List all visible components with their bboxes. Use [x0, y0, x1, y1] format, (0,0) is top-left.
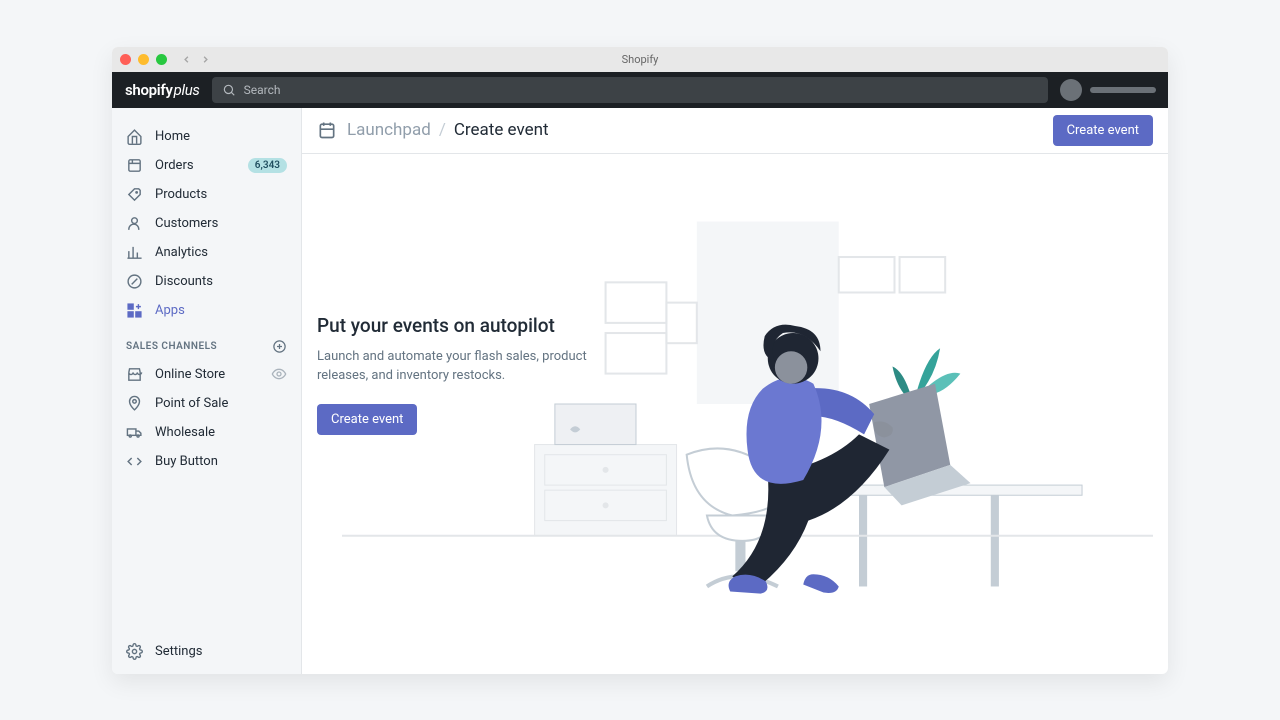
discounts-icon — [126, 273, 143, 290]
avatar — [1060, 79, 1082, 101]
sidebar-label: Customers — [155, 216, 287, 231]
sidebar-item-orders[interactable]: Orders 6,343 — [112, 151, 301, 180]
page-header: Launchpad / Create event Create event — [302, 108, 1168, 154]
sidebar-item-pos[interactable]: Point of Sale — [112, 389, 301, 418]
sidebar-label: Buy Button — [155, 454, 287, 469]
sidebar-item-home[interactable]: Home — [112, 122, 301, 151]
create-event-button[interactable]: Create event — [1053, 115, 1153, 146]
products-icon — [126, 186, 143, 203]
forward-icon[interactable] — [200, 54, 211, 65]
sidebar-label: Online Store — [155, 367, 259, 382]
orders-badge: 6,343 — [248, 158, 287, 173]
sidebar-label: Discounts — [155, 274, 287, 289]
maximize-window[interactable] — [156, 54, 167, 65]
orders-icon — [126, 157, 143, 174]
hero-title: Put your events on autopilot — [317, 314, 607, 337]
profile-name-placeholder — [1090, 87, 1156, 93]
content: Put your events on autopilot Launch and … — [302, 154, 1168, 674]
breadcrumb-current: Create event — [454, 120, 549, 140]
sales-channels-header: SALES CHANNELS — [112, 325, 301, 360]
search-icon — [222, 83, 236, 97]
customers-icon — [126, 215, 143, 232]
minimize-window[interactable] — [138, 54, 149, 65]
analytics-icon — [126, 244, 143, 261]
location-icon — [126, 395, 143, 412]
sidebar-label: Point of Sale — [155, 396, 287, 411]
window-title: Shopify — [622, 53, 659, 66]
logo: shopifyplus — [124, 81, 200, 99]
sidebar-label: Settings — [155, 644, 287, 659]
view-store-icon[interactable] — [271, 366, 287, 382]
sidebar-item-analytics[interactable]: Analytics — [112, 238, 301, 267]
sidebar-item-customers[interactable]: Customers — [112, 209, 301, 238]
code-icon — [126, 453, 143, 470]
breadcrumb-section[interactable]: Launchpad — [347, 120, 431, 140]
search-input[interactable] — [244, 83, 1038, 97]
back-icon[interactable] — [181, 54, 192, 65]
sidebar-label: Apps — [155, 303, 287, 318]
sidebar-label: Orders — [155, 158, 236, 173]
topbar: shopifyplus — [112, 72, 1168, 108]
titlebar: Shopify — [112, 47, 1168, 72]
hero-create-event-button[interactable]: Create event — [317, 404, 417, 435]
store-icon — [126, 366, 143, 383]
sidebar-label: Home — [155, 129, 287, 144]
hero-subtitle: Launch and automate your flash sales, pr… — [317, 347, 607, 386]
add-channel-icon[interactable] — [272, 339, 287, 354]
browser-nav — [181, 54, 211, 65]
search-field[interactable] — [212, 77, 1048, 103]
sidebar-item-wholesale[interactable]: Wholesale — [112, 418, 301, 447]
sidebar-item-apps[interactable]: Apps — [112, 296, 301, 325]
breadcrumb-separator: / — [439, 120, 446, 140]
breadcrumb: Launchpad / Create event — [347, 120, 549, 140]
sidebar: Home Orders 6,343 Products Customers Ana… — [112, 108, 302, 674]
main: Launchpad / Create event Create event — [302, 108, 1168, 674]
sidebar-label: Analytics — [155, 245, 287, 260]
sidebar-item-products[interactable]: Products — [112, 180, 301, 209]
app-window: Shopify shopifyplus Home Orders 6,343 — [112, 47, 1168, 674]
apps-icon — [126, 302, 143, 319]
hero: Put your events on autopilot Launch and … — [317, 314, 607, 435]
window-controls — [120, 54, 167, 65]
sidebar-label: Wholesale — [155, 425, 287, 440]
profile-area[interactable] — [1060, 79, 1156, 101]
truck-icon — [126, 424, 143, 441]
body: Home Orders 6,343 Products Customers Ana… — [112, 108, 1168, 674]
sidebar-item-discounts[interactable]: Discounts — [112, 267, 301, 296]
sidebar-item-online-store[interactable]: Online Store — [112, 360, 301, 389]
close-window[interactable] — [120, 54, 131, 65]
section-title: SALES CHANNELS — [126, 341, 217, 352]
gear-icon — [126, 643, 143, 660]
sidebar-item-buy-button[interactable]: Buy Button — [112, 447, 301, 476]
launchpad-icon — [317, 120, 337, 140]
home-icon — [126, 128, 143, 145]
sidebar-label: Products — [155, 187, 287, 202]
sidebar-item-settings[interactable]: Settings — [112, 637, 301, 674]
